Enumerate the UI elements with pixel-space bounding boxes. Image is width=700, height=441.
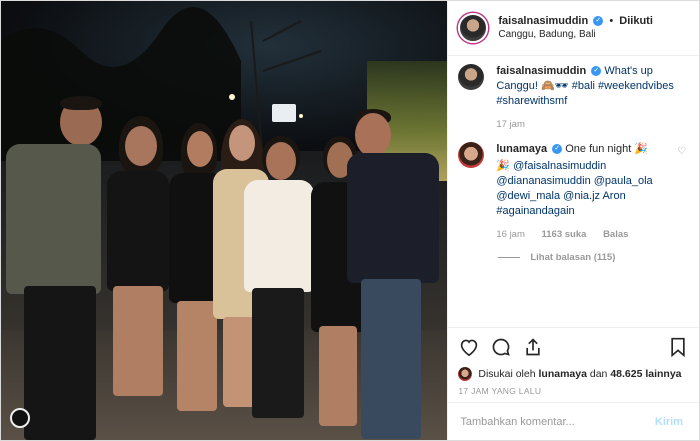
- separator-dot: •: [609, 15, 614, 27]
- post-header: faisalnasimuddin ✓ • Diikuti Canggu, Bad…: [448, 1, 699, 56]
- commenter-avatar[interactable]: [458, 142, 485, 168]
- person-2: [99, 116, 177, 436]
- liker-username[interactable]: lunamaya: [538, 368, 586, 380]
- post-sidebar: faisalnasimuddin ✓ • Diikuti Canggu, Bad…: [447, 1, 699, 440]
- instagram-logo-icon: [10, 408, 30, 428]
- caption-age[interactable]: 17 jam: [496, 119, 525, 130]
- action-bar: [448, 327, 699, 365]
- bookmark-icon[interactable]: [667, 336, 689, 358]
- likes-count[interactable]: 48.625 lainnya: [610, 368, 681, 380]
- comment-input[interactable]: [458, 414, 649, 429]
- person-7: [347, 109, 439, 440]
- author-avatar[interactable]: [458, 13, 489, 43]
- person-1: [6, 96, 102, 440]
- comment-age[interactable]: 16 jam: [496, 229, 525, 240]
- comment-like-heart-icon[interactable]: ♡: [677, 144, 686, 159]
- caption-username[interactable]: faisalnasimuddin: [496, 65, 586, 77]
- like-heart-icon[interactable]: [458, 336, 480, 358]
- likes-prefix: Disukai oleh: [478, 368, 536, 380]
- replies-divider: [498, 257, 521, 258]
- verified-badge-icon: ✓: [552, 144, 563, 155]
- caption: faisalnasimuddin ✓ What's up Canggu! 🙈🕶 …: [458, 64, 689, 132]
- comments-section: faisalnasimuddin ✓ What's up Canggu! 🙈🕶 …: [448, 56, 699, 327]
- post-timestamp[interactable]: 17 JAM YANG LALU: [448, 383, 699, 402]
- view-replies-label: Lihat balasan (115): [530, 252, 616, 263]
- caption-avatar[interactable]: [458, 64, 485, 90]
- street-sign: [272, 104, 296, 122]
- verified-badge-icon: ✓: [591, 66, 602, 77]
- likes-summary: Disukai oleh lunamaya dan 48.625 lainnya: [448, 365, 699, 383]
- comment: lunamaya ✓ One fun night 🎉 ♡ 🎉 @faisalna…: [458, 142, 689, 242]
- comment-likes[interactable]: 1163 suka: [542, 229, 587, 240]
- follow-status-button[interactable]: Diikuti: [619, 15, 653, 27]
- comment-bubble-icon[interactable]: [490, 336, 512, 358]
- person-5: [244, 136, 314, 426]
- verified-badge-icon: ✓: [593, 16, 604, 27]
- post-photo[interactable]: [1, 1, 448, 440]
- author-username[interactable]: faisalnasimuddin: [498, 15, 588, 27]
- view-replies-link[interactable]: Lihat balasan (115): [498, 252, 689, 263]
- post-comment-button[interactable]: Kirim: [649, 415, 689, 429]
- comment-text: One fun night 🎉: [565, 143, 649, 155]
- reply-button[interactable]: Balas: [603, 229, 628, 240]
- share-icon[interactable]: [522, 336, 544, 358]
- location-link[interactable]: Canggu, Badung, Bali: [498, 28, 653, 42]
- comment-composer: Kirim: [448, 402, 699, 440]
- likes-middle: dan: [589, 368, 608, 380]
- instagram-post: faisalnasimuddin ✓ • Diikuti Canggu, Bad…: [0, 0, 700, 441]
- commenter-username[interactable]: lunamaya: [496, 143, 547, 155]
- comment-mentions: 🎉 @faisalnasimuddin @diananasimuddin @pa…: [496, 160, 653, 217]
- liker-avatar[interactable]: [458, 367, 473, 381]
